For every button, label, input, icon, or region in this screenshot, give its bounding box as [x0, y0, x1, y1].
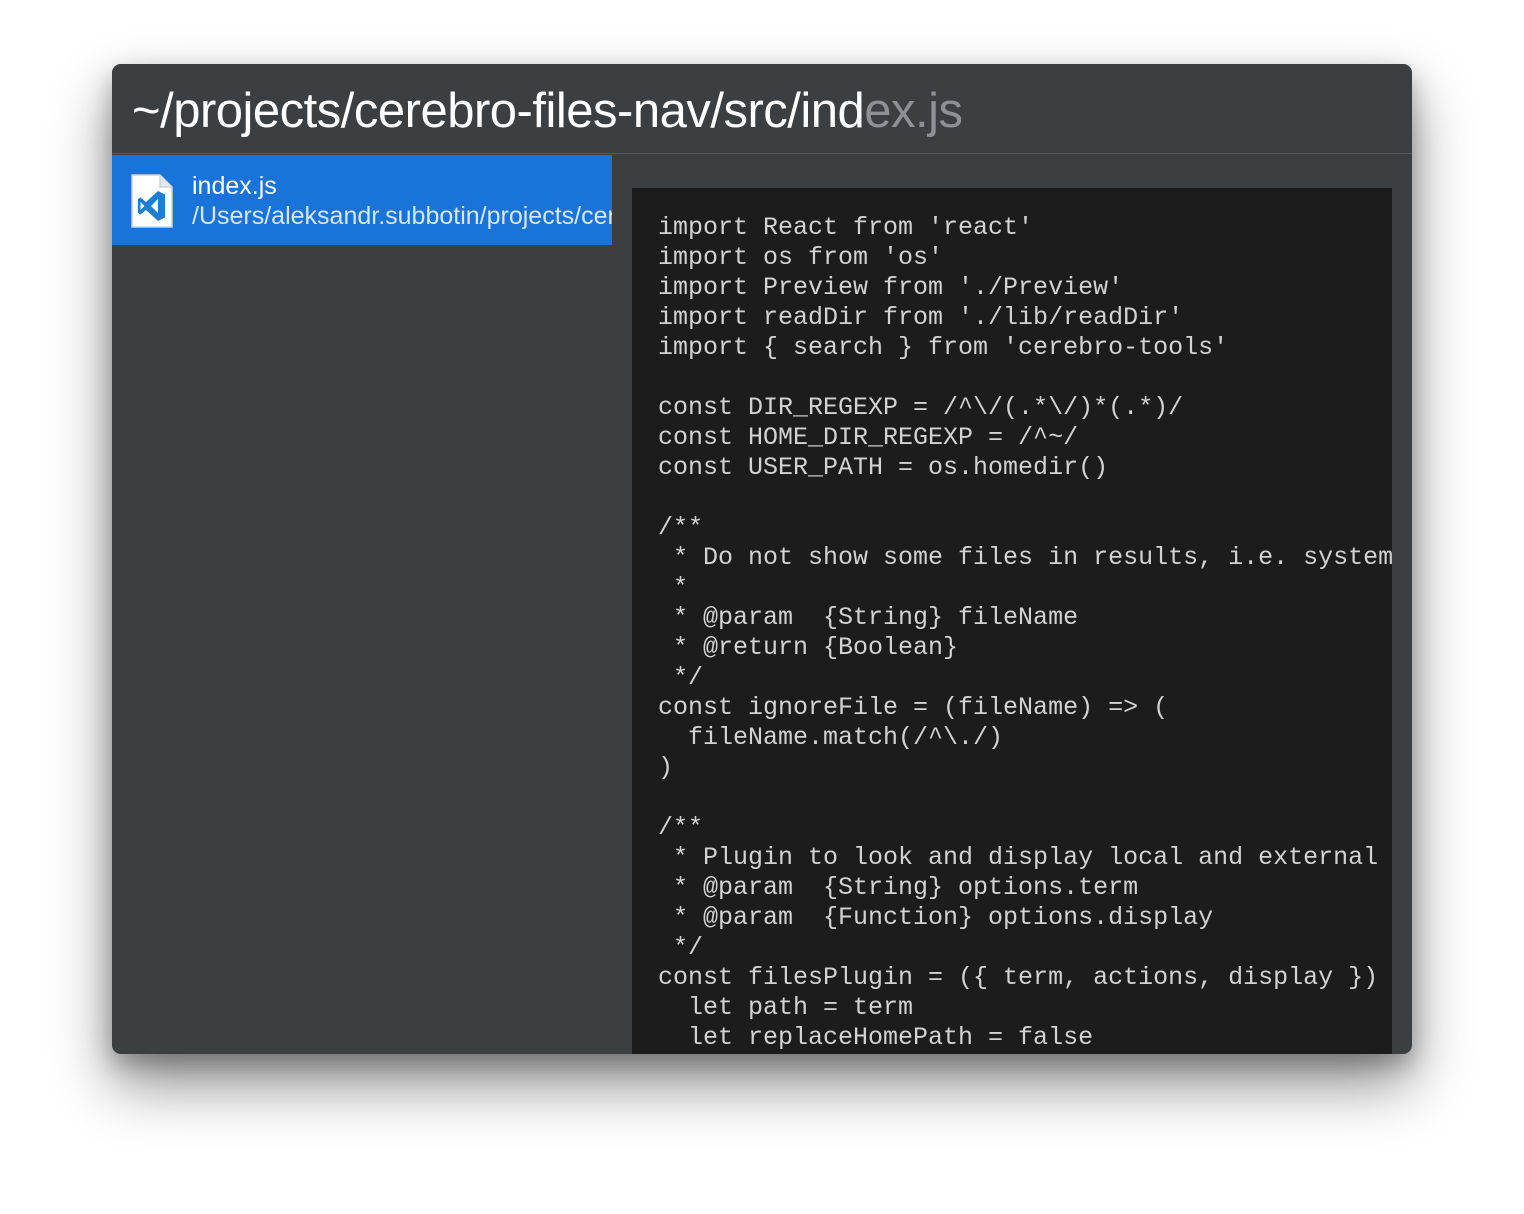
result-title: index.js: [192, 172, 277, 200]
search-bar[interactable]: ~/projects/cerebro-files-nav/src/index.j…: [112, 64, 1412, 154]
file-preview: import React from 'react' import os from…: [632, 188, 1392, 1054]
cerebro-window: ~/projects/cerebro-files-nav/src/index.j…: [112, 64, 1412, 1054]
result-item-selected[interactable]: index.js /Users/aleksandr.subbotin/proje…: [112, 155, 612, 245]
result-subtitle: /Users/aleksandr.subbotin/projects/cereb…: [192, 202, 612, 230]
search-input[interactable]: ~/projects/cerebro-files-nav/src/index.j…: [132, 82, 963, 140]
search-typed-text: ~/projects/cerebro-files-nav/src/ind: [132, 84, 865, 138]
search-autocomplete-hint: ex.js: [864, 84, 963, 138]
results-list: index.js /Users/aleksandr.subbotin/proje…: [112, 155, 612, 1054]
vscode-file-icon: [131, 174, 173, 228]
code-preview: import React from 'react' import os from…: [658, 213, 1392, 1052]
